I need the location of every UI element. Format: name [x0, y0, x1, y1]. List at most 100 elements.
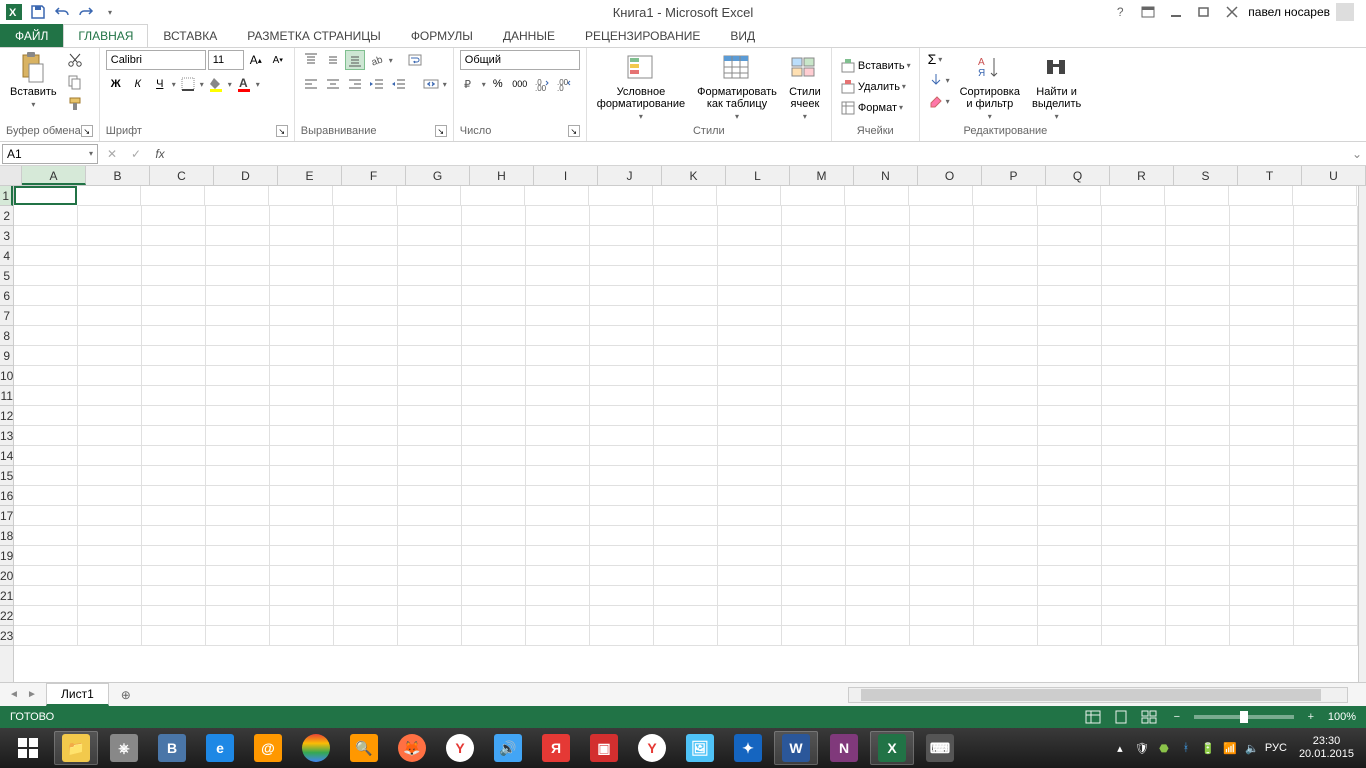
- cell[interactable]: [462, 326, 526, 346]
- decrease-font-icon[interactable]: A▾: [268, 50, 288, 70]
- cell[interactable]: [526, 386, 590, 406]
- cell[interactable]: [334, 406, 398, 426]
- row-header[interactable]: 9: [0, 346, 13, 366]
- ribbon-display-options-icon[interactable]: [1136, 2, 1160, 22]
- cell[interactable]: [910, 426, 974, 446]
- cell[interactable]: [1294, 426, 1358, 446]
- cell[interactable]: [1038, 446, 1102, 466]
- cell[interactable]: [590, 366, 654, 386]
- cell[interactable]: [14, 186, 77, 205]
- row-header[interactable]: 20: [0, 566, 13, 586]
- taskbar-keyboard-icon[interactable]: ⌨: [918, 731, 962, 765]
- cell[interactable]: [654, 546, 718, 566]
- cell[interactable]: [14, 326, 78, 346]
- cell[interactable]: [846, 246, 910, 266]
- cell[interactable]: [334, 326, 398, 346]
- cell[interactable]: [1166, 366, 1230, 386]
- cell[interactable]: [206, 266, 270, 286]
- cell[interactable]: [398, 306, 462, 326]
- cell[interactable]: [1294, 226, 1358, 246]
- cell[interactable]: [846, 366, 910, 386]
- cell[interactable]: [910, 406, 974, 426]
- cell[interactable]: [270, 286, 334, 306]
- column-header[interactable]: F: [342, 166, 406, 185]
- cell[interactable]: [142, 506, 206, 526]
- cell[interactable]: [206, 366, 270, 386]
- tab-data[interactable]: ДАННЫЕ: [488, 24, 570, 47]
- taskbar-explorer-icon[interactable]: 📁: [54, 731, 98, 765]
- cell[interactable]: [526, 586, 590, 606]
- cell[interactable]: [334, 246, 398, 266]
- cell[interactable]: [1102, 446, 1166, 466]
- cell[interactable]: [974, 426, 1038, 446]
- cell[interactable]: [1166, 426, 1230, 446]
- cell[interactable]: [398, 426, 462, 446]
- column-header[interactable]: D: [214, 166, 278, 185]
- insert-cells-button[interactable]: Вставить▾: [838, 57, 913, 75]
- cell[interactable]: [78, 486, 142, 506]
- cell[interactable]: [270, 546, 334, 566]
- cell[interactable]: [142, 346, 206, 366]
- cell[interactable]: [206, 206, 270, 226]
- cell[interactable]: [1102, 366, 1166, 386]
- cell[interactable]: [782, 506, 846, 526]
- cell[interactable]: [718, 526, 782, 546]
- align-top-icon[interactable]: [301, 50, 321, 70]
- cell[interactable]: [654, 326, 718, 346]
- column-header[interactable]: M: [790, 166, 854, 185]
- cell[interactable]: [846, 306, 910, 326]
- tab-home[interactable]: ГЛАВНАЯ: [63, 24, 148, 47]
- cell[interactable]: [270, 266, 334, 286]
- column-header[interactable]: T: [1238, 166, 1302, 185]
- cell[interactable]: [462, 366, 526, 386]
- tab-file[interactable]: ФАЙЛ: [0, 24, 63, 47]
- cell[interactable]: [1102, 606, 1166, 626]
- row-header[interactable]: 11: [0, 386, 13, 406]
- cell[interactable]: [334, 486, 398, 506]
- cell[interactable]: [974, 606, 1038, 626]
- tray-battery-icon[interactable]: 🔋: [1199, 739, 1217, 757]
- tray-network-icon[interactable]: 📶: [1221, 739, 1239, 757]
- align-right-icon[interactable]: [345, 74, 365, 94]
- cell[interactable]: [590, 306, 654, 326]
- increase-decimal-icon[interactable]: .0.00: [532, 74, 552, 94]
- orientation-icon[interactable]: ab: [367, 50, 387, 70]
- cell[interactable]: [590, 326, 654, 346]
- cell[interactable]: [1230, 386, 1294, 406]
- cell-styles-button[interactable]: Стили ячеек▾: [785, 50, 825, 123]
- cell[interactable]: [142, 526, 206, 546]
- cell[interactable]: [1294, 206, 1358, 226]
- cell[interactable]: [973, 186, 1037, 206]
- cell[interactable]: [845, 186, 909, 206]
- cell[interactable]: [910, 546, 974, 566]
- sheet-nav-next-icon[interactable]: ►: [24, 686, 40, 704]
- row-header[interactable]: 2: [0, 206, 13, 226]
- cell[interactable]: [1166, 306, 1230, 326]
- column-header[interactable]: A: [22, 166, 86, 185]
- taskbar-firefox-icon[interactable]: 🦊: [390, 731, 434, 765]
- column-header[interactable]: N: [854, 166, 918, 185]
- cell[interactable]: [1230, 546, 1294, 566]
- cell[interactable]: [1294, 526, 1358, 546]
- cell[interactable]: [590, 286, 654, 306]
- cell[interactable]: [910, 626, 974, 646]
- cell[interactable]: [1038, 486, 1102, 506]
- cell[interactable]: [270, 226, 334, 246]
- cell[interactable]: [782, 346, 846, 366]
- cell[interactable]: [1294, 446, 1358, 466]
- cell[interactable]: [782, 566, 846, 586]
- cell[interactable]: [206, 566, 270, 586]
- taskbar-app3-icon[interactable]: ✦: [726, 731, 770, 765]
- cell[interactable]: [654, 446, 718, 466]
- cells-area[interactable]: [14, 186, 1358, 682]
- cell[interactable]: [974, 526, 1038, 546]
- cell[interactable]: [1102, 546, 1166, 566]
- cell[interactable]: [1038, 526, 1102, 546]
- cell[interactable]: [462, 466, 526, 486]
- cell[interactable]: [1294, 546, 1358, 566]
- cell[interactable]: [206, 606, 270, 626]
- cell[interactable]: [1038, 326, 1102, 346]
- cell[interactable]: [910, 466, 974, 486]
- cell[interactable]: [718, 626, 782, 646]
- row-header[interactable]: 18: [0, 526, 13, 546]
